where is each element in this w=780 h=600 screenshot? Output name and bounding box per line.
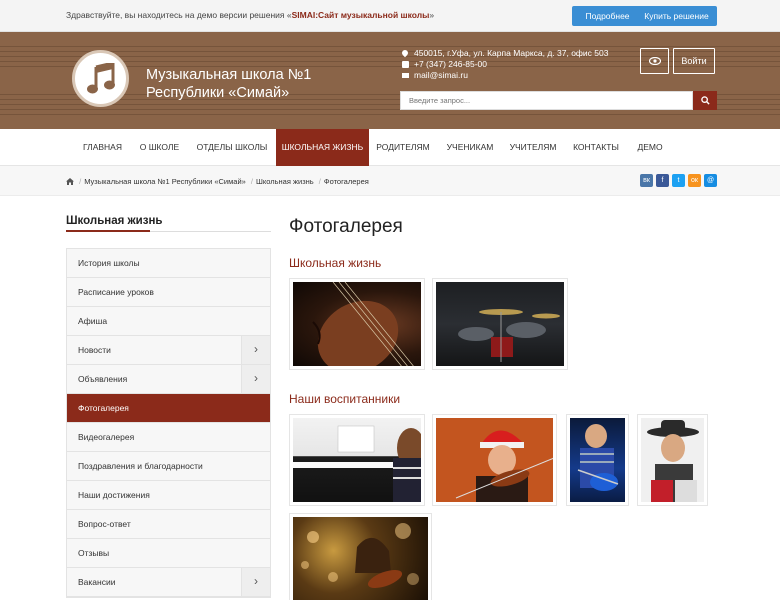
sidebar-item-poster[interactable]: Афиша — [67, 307, 270, 336]
accessibility-button[interactable] — [640, 48, 669, 74]
nav-item-about[interactable]: О ШКОЛЕ — [131, 129, 188, 166]
email[interactable]: mail@simai.ru — [402, 70, 608, 81]
envelope-icon — [402, 73, 409, 78]
odnoklassniki-share-icon[interactable]: ок — [688, 174, 701, 187]
vk-share-icon[interactable]: вк — [640, 174, 653, 187]
buy-solution-button[interactable]: Купить решение — [636, 6, 717, 26]
breadcrumb-bar: / Музыкальная школа №1 Республики «Симай»… — [0, 166, 780, 196]
section-title-school-life[interactable]: Школьная жизнь — [289, 256, 381, 270]
search-input[interactable] — [400, 91, 693, 110]
sidebar-item-vacancies[interactable]: Вакансии › — [67, 568, 270, 597]
piano-girl-photo[interactable] — [289, 414, 425, 506]
music-note-icon — [87, 63, 115, 94]
page-title: Фотогалерея — [289, 216, 403, 237]
mailru-share-icon[interactable]: @ — [704, 174, 717, 187]
facebook-share-icon[interactable]: f — [656, 174, 669, 187]
school-name[interactable]: Музыкальная школа №1 Республики «Симай» — [146, 66, 366, 102]
cello-photo[interactable] — [289, 278, 425, 370]
nav-item-teachers[interactable]: УЧИТЕЛЯМ — [503, 129, 563, 166]
sidebar-item-photogallery[interactable]: Фотогалерея — [67, 394, 270, 423]
contacts-block: 450015, г.Уфа, ул. Карпа Маркса, д. 37, … — [400, 48, 608, 81]
violin-boy-photo[interactable] — [432, 414, 557, 506]
sidebar-title-underline — [66, 230, 271, 232]
sidebar-item-videogallery[interactable]: Видеогалерея — [67, 423, 270, 452]
breadcrumb-school-life[interactable]: Школьная жизнь — [256, 177, 314, 186]
site-header: Музыкальная школа №1 Республики «Симай» … — [0, 32, 780, 129]
sidebar-item-history[interactable]: История школы — [67, 249, 270, 278]
breadcrumb-current: Фотогалерея — [323, 177, 369, 186]
details-button[interactable]: Подробнее — [572, 6, 643, 26]
nav-item-school-life[interactable]: ШКОЛЬНАЯ ЖИЗНЬ — [276, 129, 369, 166]
sidebar-title: Школьная жизнь — [66, 215, 163, 227]
chevron-right-icon[interactable]: › — [241, 365, 270, 393]
demo-notice: Здравствуйте, вы находитесь на демо верс… — [66, 10, 435, 20]
chevron-right-icon[interactable]: › — [241, 568, 270, 596]
map-pin-icon — [400, 48, 410, 58]
nav-item-parents[interactable]: РОДИТЕЛЯМ — [370, 129, 436, 166]
phone: +7 (347) 246-85-00 — [402, 59, 608, 70]
drums-photo[interactable] — [432, 278, 568, 370]
nav-item-students[interactable]: УЧЕНИКАМ — [440, 129, 500, 166]
breadcrumb-school[interactable]: Музыкальная школа №1 Республики «Симай» — [84, 177, 246, 186]
sidebar-item-announcements[interactable]: Объявления › — [67, 365, 270, 394]
login-button[interactable]: Войти — [673, 48, 715, 74]
sidebar-item-faq[interactable]: Вопрос-ответ — [67, 510, 270, 539]
violin-girl-photo[interactable] — [289, 513, 432, 600]
school-logo[interactable] — [72, 50, 129, 107]
home-icon[interactable] — [66, 178, 74, 185]
sidebar-menu: История школы Расписание уроков Афиша Но… — [66, 248, 271, 598]
demo-bar: Здравствуйте, вы находитесь на демо верс… — [0, 0, 780, 32]
sidebar-item-schedule[interactable]: Расписание уроков — [67, 278, 270, 307]
guitar-boy-photo[interactable] — [566, 414, 629, 506]
chevron-right-icon[interactable]: › — [241, 336, 270, 364]
sidebar-item-news[interactable]: Новости › — [67, 336, 270, 365]
twitter-share-icon[interactable]: t — [672, 174, 685, 187]
search-icon — [700, 96, 710, 105]
phone-icon — [402, 61, 409, 68]
sidebar-item-achievements[interactable]: Наши достижения — [67, 481, 270, 510]
nav-item-contacts[interactable]: КОНТАКТЫ — [566, 129, 626, 166]
accordion-boy-photo[interactable] — [637, 414, 708, 506]
sidebar-item-congratulations[interactable]: Поздравления и благодарности — [67, 452, 270, 481]
address: 450015, г.Уфа, ул. Карпа Маркса, д. 37, … — [400, 48, 608, 59]
nav-item-home[interactable]: ГЛАВНАЯ — [76, 129, 129, 166]
section-title-our-pupils[interactable]: Наши воспитанники — [289, 392, 400, 406]
demo-brand-link[interactable]: SIMAI:Сайт музыкальной школы — [292, 10, 430, 20]
breadcrumb: / Музыкальная школа №1 Республики «Симай»… — [66, 177, 369, 186]
sidebar-item-reviews[interactable]: Отзывы — [67, 539, 270, 568]
search-button[interactable] — [693, 91, 717, 110]
nav-item-demo[interactable]: ДЕМО — [630, 129, 670, 166]
main-nav: ГЛАВНАЯ О ШКОЛЕ ОТДЕЛЫ ШКОЛЫ ШКОЛЬНАЯ ЖИ… — [0, 129, 780, 166]
nav-item-departments[interactable]: ОТДЕЛЫ ШКОЛЫ — [190, 129, 274, 166]
eye-icon — [648, 56, 661, 66]
